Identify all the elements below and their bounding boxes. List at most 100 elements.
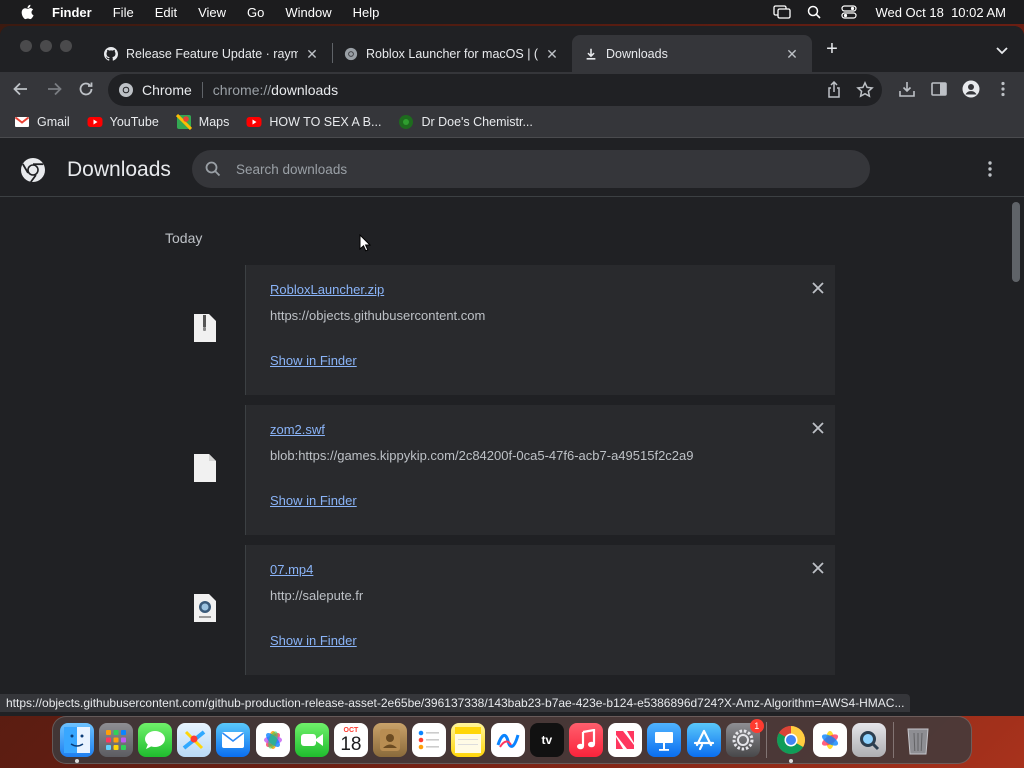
facetime-app-icon[interactable] (294, 723, 329, 757)
search-bar[interactable] (192, 150, 870, 188)
download-source-url[interactable]: blob:https://games.kippykip.com/2c84200f… (270, 448, 694, 463)
scrollbar-thumb[interactable] (1012, 202, 1020, 282)
menu-help[interactable]: Help (353, 5, 380, 20)
bookmark-dr-doe[interactable]: Dr Doe's Chemistr... (398, 114, 533, 130)
download-filename-link[interactable]: zom2.swf (270, 422, 325, 437)
freeform-app-icon[interactable] (490, 723, 525, 757)
menu-app-name[interactable]: Finder (52, 5, 92, 20)
video-file-icon (193, 593, 217, 623)
download-source-url[interactable]: http://salepute.fr (270, 588, 363, 603)
close-window-button[interactable] (20, 40, 32, 52)
music-app-icon[interactable] (569, 723, 604, 757)
tab-release-feature-update[interactable]: Release Feature Update · raym ✕ (92, 35, 332, 72)
bookmark-youtube[interactable]: YouTube (87, 114, 159, 130)
bookmark-gmail[interactable]: Gmail (14, 114, 70, 130)
show-in-finder-link[interactable]: Show in Finder (270, 493, 357, 508)
app-store-icon[interactable] (686, 723, 721, 757)
download-filename-link[interactable]: 07.mp4 (270, 562, 313, 577)
launchpad-app-icon[interactable] (98, 723, 133, 757)
tab-strip: Release Feature Update · raym ✕ Roblox L… (0, 26, 1024, 72)
notes-app-icon[interactable] (451, 723, 486, 757)
bookmark-maps[interactable]: Maps (175, 113, 229, 130)
menu-file[interactable]: File (113, 5, 134, 20)
keynote-app-icon[interactable] (647, 723, 682, 757)
calendar-day: 18 (340, 733, 362, 755)
macos-menu-bar: Finder File Edit View Go Window Help Wed… (0, 0, 1024, 24)
apple-tv-app-icon[interactable]: tv (529, 723, 564, 757)
chrome-menu-icon[interactable] (994, 80, 1012, 98)
minimize-window-button[interactable] (40, 40, 52, 52)
bookmark-star-icon[interactable] (856, 80, 874, 104)
quicktime-app-icon[interactable] (852, 723, 887, 757)
menu-clock[interactable]: Wed Oct 18 10:02 AM (875, 5, 1006, 20)
remove-download-icon[interactable] (811, 281, 825, 295)
reminders-app-icon[interactable] (412, 723, 447, 757)
browser-toolbar: Chrome chrome://downloads (0, 72, 1024, 106)
menu-window[interactable]: Window (285, 5, 331, 20)
remove-download-icon[interactable] (811, 561, 825, 575)
spotlight-search-icon[interactable] (807, 5, 823, 19)
tv-label: tv (541, 733, 553, 747)
tab-roblox-launcher[interactable]: Roblox Launcher for macOS | ( ✕ (332, 35, 572, 72)
search-icon (204, 160, 222, 178)
maps-app-icon[interactable] (177, 723, 212, 757)
news-app-icon[interactable] (608, 723, 643, 757)
card-divider (245, 265, 246, 395)
zip-file-icon (193, 313, 217, 343)
profile-avatar-icon[interactable] (962, 80, 980, 98)
calendar-app-icon[interactable]: OCT 18 (333, 723, 368, 757)
downloads-toolbar-icon[interactable] (898, 80, 916, 98)
macos-dock: OCT 18 tv 1 (52, 716, 972, 764)
finder-app-icon[interactable] (59, 723, 94, 763)
menu-go[interactable]: Go (247, 5, 264, 20)
forward-button[interactable] (43, 78, 65, 100)
side-panel-icon[interactable] (930, 80, 948, 98)
tab-search-chevron-icon[interactable] (994, 42, 1010, 58)
photos-library-app-icon[interactable] (813, 723, 848, 757)
address-bar[interactable]: Chrome chrome://downloads (108, 74, 882, 106)
chrome-site-icon[interactable] (118, 82, 134, 98)
tab-close-icon[interactable]: ✕ (304, 46, 320, 62)
url-scheme: chrome:// (212, 82, 272, 98)
page-scrollbar[interactable] (1008, 198, 1024, 716)
menu-view[interactable]: View (198, 5, 226, 20)
card-divider (245, 545, 246, 675)
mouse-cursor-icon (359, 233, 372, 252)
mail-app-icon[interactable] (216, 723, 251, 757)
control-center-icon[interactable] (841, 5, 858, 19)
back-button[interactable] (10, 78, 32, 100)
tab-title: Downloads (606, 46, 668, 61)
chrome-window: Release Feature Update · raym ✕ Roblox L… (0, 26, 1024, 716)
day-label: Today (165, 230, 203, 246)
share-icon[interactable] (826, 80, 842, 104)
menu-edit[interactable]: Edit (155, 5, 177, 20)
show-in-finder-link[interactable]: Show in Finder (270, 633, 357, 648)
search-downloads-input[interactable] (236, 161, 836, 177)
tab-close-icon[interactable]: ✕ (544, 46, 560, 62)
bookmarks-bar: Gmail YouTube Maps HOW TO SEX A B... Dr … (0, 106, 1024, 138)
messages-app-icon[interactable] (137, 723, 172, 757)
tab-downloads[interactable]: Downloads ✕ (572, 35, 812, 72)
show-in-finder-link[interactable]: Show in Finder (270, 353, 357, 368)
photos-app-icon[interactable] (255, 723, 290, 757)
downloads-list: Today RobloxLauncher.zip https://objects… (0, 198, 1008, 716)
more-options-icon[interactable] (982, 160, 998, 178)
screen-mirroring-icon[interactable] (773, 5, 792, 19)
zoom-window-button[interactable] (60, 40, 72, 52)
trash-icon[interactable] (901, 723, 935, 757)
chrome-app-icon[interactable] (774, 723, 808, 763)
gmail-icon (14, 114, 30, 130)
bookmark-how-to[interactable]: HOW TO SEX A B... (246, 114, 381, 130)
remove-download-icon[interactable] (811, 421, 825, 435)
site-icon (398, 114, 414, 130)
contacts-app-icon[interactable] (373, 723, 408, 757)
apple-menu-icon[interactable] (18, 3, 36, 21)
system-settings-icon[interactable]: 1 (725, 719, 764, 757)
new-tab-button[interactable]: + (822, 39, 842, 60)
download-item: zom2.swf blob:https://games.kippykip.com… (165, 405, 835, 535)
download-source-url[interactable]: https://objects.githubusercontent.com (270, 308, 485, 323)
download-filename-link[interactable]: RobloxLauncher.zip (270, 282, 384, 297)
tab-close-icon[interactable]: ✕ (784, 46, 800, 62)
url-path: downloads (271, 82, 339, 98)
reload-button[interactable] (75, 78, 97, 100)
